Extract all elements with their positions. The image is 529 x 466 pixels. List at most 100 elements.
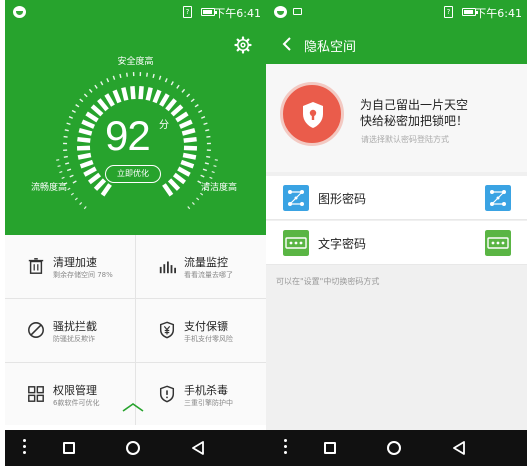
tile-payment-guard[interactable]: 支付保镖 手机支付零风险 — [136, 299, 266, 362]
tile-title: 支付保镖 — [184, 320, 228, 333]
recent-apps-icon[interactable] — [324, 442, 336, 454]
gauge-inner-tick — [172, 172, 187, 185]
gauge-inner-tick — [87, 172, 102, 185]
gauge-outer-tick — [119, 73, 122, 79]
page-title: 隐私空间 — [304, 40, 357, 55]
slogan-line-2: 快给秘密加把锁吧！ — [360, 114, 469, 128]
tile-traffic-monitor[interactable]: 流量监控 看看流量去哪了 — [136, 235, 266, 298]
gauge-outer-tick — [170, 81, 174, 86]
settings-gear-icon[interactable] — [234, 36, 252, 54]
back-arrow-icon[interactable] — [282, 37, 292, 51]
gauge-outer-tick — [158, 75, 162, 80]
gauge-inner-tick — [182, 152, 197, 160]
slogan-line-1: 为自己留出一片天空 — [360, 98, 469, 112]
gauge-outer-tick — [126, 72, 128, 77]
gauge-outer-tick — [198, 109, 203, 114]
gauge-side-tick — [214, 159, 218, 161]
gauge-side-tick — [213, 165, 217, 168]
optimize-now-button[interactable]: 立即优化 — [105, 165, 161, 183]
app-notification-icon — [274, 6, 287, 18]
option-pattern-password[interactable]: 图形密码 — [266, 176, 527, 220]
gauge-inner-tick — [76, 145, 91, 151]
battery-icon — [462, 8, 478, 16]
trash-icon — [28, 258, 44, 274]
tile-title: 手机杀毒 — [184, 384, 228, 397]
tile-subtitle: 手机支付零风险 — [184, 335, 233, 343]
gauge-outer-tick — [75, 104, 80, 108]
feature-grid: 清理加速 剩余存储空间 78% 流量监控 看看流量去哪了 骚扰拦截 防骚扰反欺诈… — [5, 235, 266, 425]
tile-subtitle: 看看流量去哪了 — [184, 271, 233, 279]
gauge-outer-tick — [200, 174, 205, 178]
gauge-inner-tick — [83, 166, 97, 177]
tile-subtitle: 防骚扰反欺诈 — [53, 335, 95, 343]
block-icon — [28, 322, 44, 338]
gauge-outer-tick — [146, 72, 148, 77]
status-time: 下午6:41 — [475, 7, 522, 20]
pattern-lock-icon — [283, 185, 309, 211]
gauge-inner-tick — [104, 93, 115, 107]
tile-permission-manage[interactable]: 权限管理 6款软件可优化 — [5, 363, 135, 426]
gauge-inner-tick — [100, 183, 112, 197]
system-nav-bar — [266, 430, 527, 466]
home-icon[interactable] — [387, 441, 401, 455]
status-bar: ? 下午6:41 — [5, 0, 266, 24]
gauge-side-tick — [61, 176, 65, 180]
home-icon[interactable] — [126, 441, 140, 455]
gauge-side-tick — [83, 206, 87, 210]
tile-subtitle: 6款软件可优化 — [53, 399, 100, 407]
gauge-side-tick — [56, 159, 60, 161]
gauge-inner-tick — [159, 93, 170, 107]
battery-icon — [201, 8, 217, 16]
gauge-inner-tick — [183, 136, 197, 143]
gauge-side-tick — [79, 201, 83, 205]
gauge-inner-tick — [121, 87, 129, 101]
gauge-inner-tick — [145, 87, 153, 101]
app-notification-icon — [13, 6, 26, 18]
gauge-inner-tick — [93, 178, 107, 191]
menu-dots-icon[interactable] — [284, 439, 288, 457]
gauge-side-tick — [209, 176, 213, 180]
gauge-outer-tick — [100, 81, 104, 86]
gauge-side-tick — [187, 206, 191, 210]
gauge-outer-tick — [94, 84, 98, 89]
gauge-side-tick — [59, 171, 63, 174]
back-triangle-icon[interactable] — [191, 441, 205, 455]
status-bar: ? 下午6:41 — [266, 0, 527, 24]
gauge-outer-tick — [63, 135, 68, 138]
tile-title: 权限管理 — [53, 384, 97, 397]
gauge-outer-tick — [106, 78, 110, 83]
gauge-outer-tick — [65, 162, 70, 165]
gauge-outer-tick — [68, 116, 74, 119]
gauge-inner-tick — [79, 159, 94, 169]
gauge-outer-tick — [112, 75, 116, 80]
gauge-outer-tick — [66, 122, 71, 126]
menu-dots-icon[interactable] — [23, 439, 27, 457]
gauge-outer-tick — [64, 129, 69, 132]
tile-subtitle: 剩余存储空间 78% — [53, 271, 113, 279]
gauge-inner-tick — [81, 119, 96, 129]
back-triangle-icon[interactable] — [452, 441, 466, 455]
tile-antivirus[interactable]: 手机杀毒 三重引擎防护中 — [136, 363, 266, 426]
antivirus-shield-icon — [159, 385, 175, 403]
gauge-inner-tick — [181, 127, 196, 136]
gauge-outer-tick — [176, 84, 180, 89]
option-text-password[interactable]: 文字密码 — [266, 221, 527, 265]
recent-apps-icon[interactable] — [63, 442, 75, 454]
chevron-up-icon[interactable] — [121, 402, 145, 412]
security-score: 92 — [105, 112, 151, 159]
gauge-outer-tick — [66, 168, 72, 172]
tile-harassment-block[interactable]: 骚扰拦截 防骚扰反欺诈 — [5, 299, 135, 362]
gauge-inner-tick — [183, 145, 198, 151]
security-home-screen: ? 下午6:41 安全度高 92 分 立即优化 流畅度高 清洁度高 清理加速 剩… — [5, 0, 266, 466]
gauge-outer-tick — [194, 104, 199, 108]
gauge-outer-tick — [164, 78, 168, 83]
gauge-outer-tick — [79, 98, 84, 103]
status-time: 下午6:41 — [214, 7, 261, 20]
gauge-inner-tick — [178, 119, 193, 129]
tile-clean-speedup[interactable]: 清理加速 剩余存储空间 78% — [5, 235, 135, 298]
gauge-side-tick — [67, 187, 71, 191]
gauge-outer-tick — [181, 88, 186, 93]
gauge-inner-tick — [112, 89, 122, 104]
score-unit: 分 — [159, 120, 169, 131]
gauge-outer-tick — [204, 162, 209, 165]
